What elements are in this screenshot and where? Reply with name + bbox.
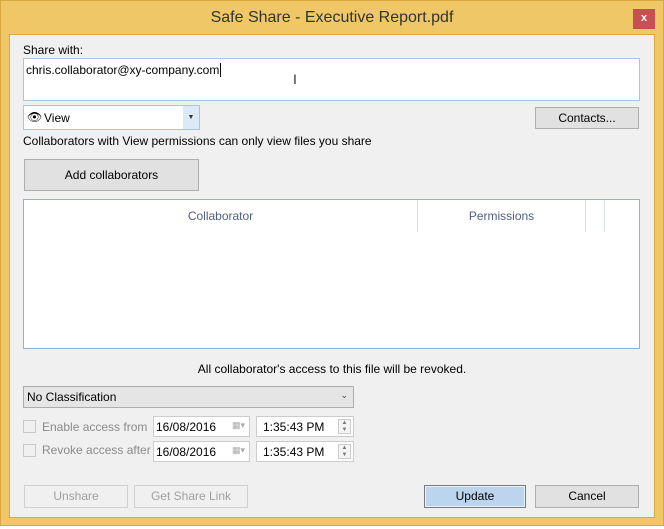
column-header-collaborator[interactable]: Collaborator [24,200,418,232]
eye-icon: 👁 [27,110,43,124]
revoke-access-label: Revoke access after [42,443,151,457]
close-button[interactable]: x [633,9,655,29]
revoke-time-picker[interactable]: 1:35:43 PM ▲ ▼ [256,441,354,462]
calendar-icon[interactable]: ▦▾ [232,445,245,456]
revoke-date-value: 16/08/2016 [156,445,217,459]
permission-help-text: Collaborators with View permissions can … [23,134,372,148]
column-header-blank [586,200,605,232]
cancel-button[interactable]: Cancel [535,485,639,508]
share-with-value: chris.collaborator@xy-company.com [26,63,220,77]
permission-dropdown[interactable]: 👁 View ▼ [23,105,200,130]
text-cursor-icon: I [293,71,297,87]
chevron-down-icon: ⌄ [340,390,348,400]
enable-time-picker[interactable]: 1:35:43 PM ▲ ▼ [256,416,354,437]
collaborators-table[interactable]: Collaborator Permissions [23,199,640,349]
revoke-access-checkbox[interactable] [23,444,36,457]
share-with-label: Share with: [23,43,84,57]
column-header-permissions[interactable]: Permissions [418,200,586,232]
window-title: Safe Share - Executive Report.pdf [210,9,454,26]
revoke-notice: All collaborator's access to this file w… [197,362,467,376]
permission-selected: View [44,111,70,125]
unshare-button[interactable]: Unshare [24,485,128,508]
get-share-link-button[interactable]: Get Share Link [134,485,248,508]
add-collaborators-button[interactable]: Add collaborators [24,159,199,191]
revoke-date-picker[interactable]: 16/08/2016 ▦▾ [153,441,250,462]
revoke-time-value: 1:35:43 PM [263,445,325,459]
enable-access-label: Enable access from [42,420,148,434]
classification-selected: No Classification [27,390,117,404]
spinner-icon[interactable]: ▲ ▼ [338,419,351,434]
calendar-icon[interactable]: ▦▾ [232,420,245,431]
share-with-input[interactable]: chris.collaborator@xy-company.com [23,58,640,101]
enable-date-picker[interactable]: 16/08/2016 ▦▾ [153,416,250,437]
update-button[interactable]: Update [424,485,526,508]
spinner-icon[interactable]: ▲ ▼ [338,444,351,459]
enable-time-value: 1:35:43 PM [263,420,325,434]
classification-dropdown[interactable]: No Classification ⌄ [23,386,354,408]
enable-access-checkbox[interactable] [23,420,36,433]
contacts-button[interactable]: Contacts... [535,107,639,129]
chevron-down-icon[interactable]: ▼ [183,106,199,129]
enable-date-value: 16/08/2016 [156,420,217,434]
